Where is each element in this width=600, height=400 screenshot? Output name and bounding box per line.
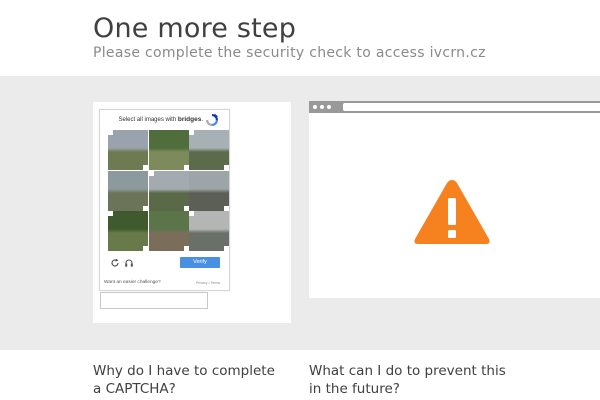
browser-address-bar xyxy=(343,103,600,111)
captcha-image-tile[interactable] xyxy=(108,211,148,251)
privacy-terms-link[interactable]: Privacy • Terms xyxy=(196,281,220,285)
captcha-image-tile[interactable] xyxy=(189,211,229,251)
easier-challenge-link[interactable]: Want an easier challenge? xyxy=(104,280,161,285)
faq-question-captcha: Why do I have to complete a CAPTCHA? xyxy=(93,363,275,397)
page-title: One more step xyxy=(93,13,297,44)
browser-dot-icon xyxy=(313,105,317,109)
captcha-image-grid xyxy=(108,130,229,251)
captcha-image-tile[interactable] xyxy=(189,130,229,170)
warning-icon xyxy=(414,180,490,244)
captcha-image-tile[interactable] xyxy=(148,211,189,251)
browser-toolbar xyxy=(309,101,600,113)
page-subtitle: Please complete the security check to ac… xyxy=(93,45,486,61)
captcha-image-tile[interactable] xyxy=(148,130,189,170)
captcha-widget: Select all images with bridges. Verify W… xyxy=(99,109,230,291)
captcha-image-tile[interactable] xyxy=(189,170,229,211)
audio-challenge-icon[interactable] xyxy=(124,258,134,268)
captcha-image-tile[interactable] xyxy=(108,170,148,211)
captcha-card: Select all images with bridges. Verify W… xyxy=(93,102,291,323)
browser-dot-icon xyxy=(320,105,324,109)
recaptcha-logo-icon xyxy=(206,113,219,126)
verify-button[interactable]: Verify xyxy=(180,257,220,268)
browser-dot-icon xyxy=(327,105,331,109)
captcha-image-tile[interactable] xyxy=(108,130,148,170)
captcha-prompt-target: bridges xyxy=(177,116,202,123)
captcha-image-tile[interactable] xyxy=(148,170,189,211)
faq-question-prevent: What can I do to prevent this in the fut… xyxy=(309,363,506,397)
captcha-controls: Verify xyxy=(108,257,229,269)
browser-illustration xyxy=(309,101,600,298)
captcha-prompt: Select all images with bridges. xyxy=(118,116,203,123)
reload-icon[interactable] xyxy=(110,258,120,268)
captcha-prompt-prefix: Select all images with xyxy=(118,117,177,123)
challenge-band: Select all images with bridges. Verify W… xyxy=(0,76,600,350)
captcha-response-field[interactable] xyxy=(100,292,208,309)
page-header: One more step Please complete the securi… xyxy=(0,0,600,76)
